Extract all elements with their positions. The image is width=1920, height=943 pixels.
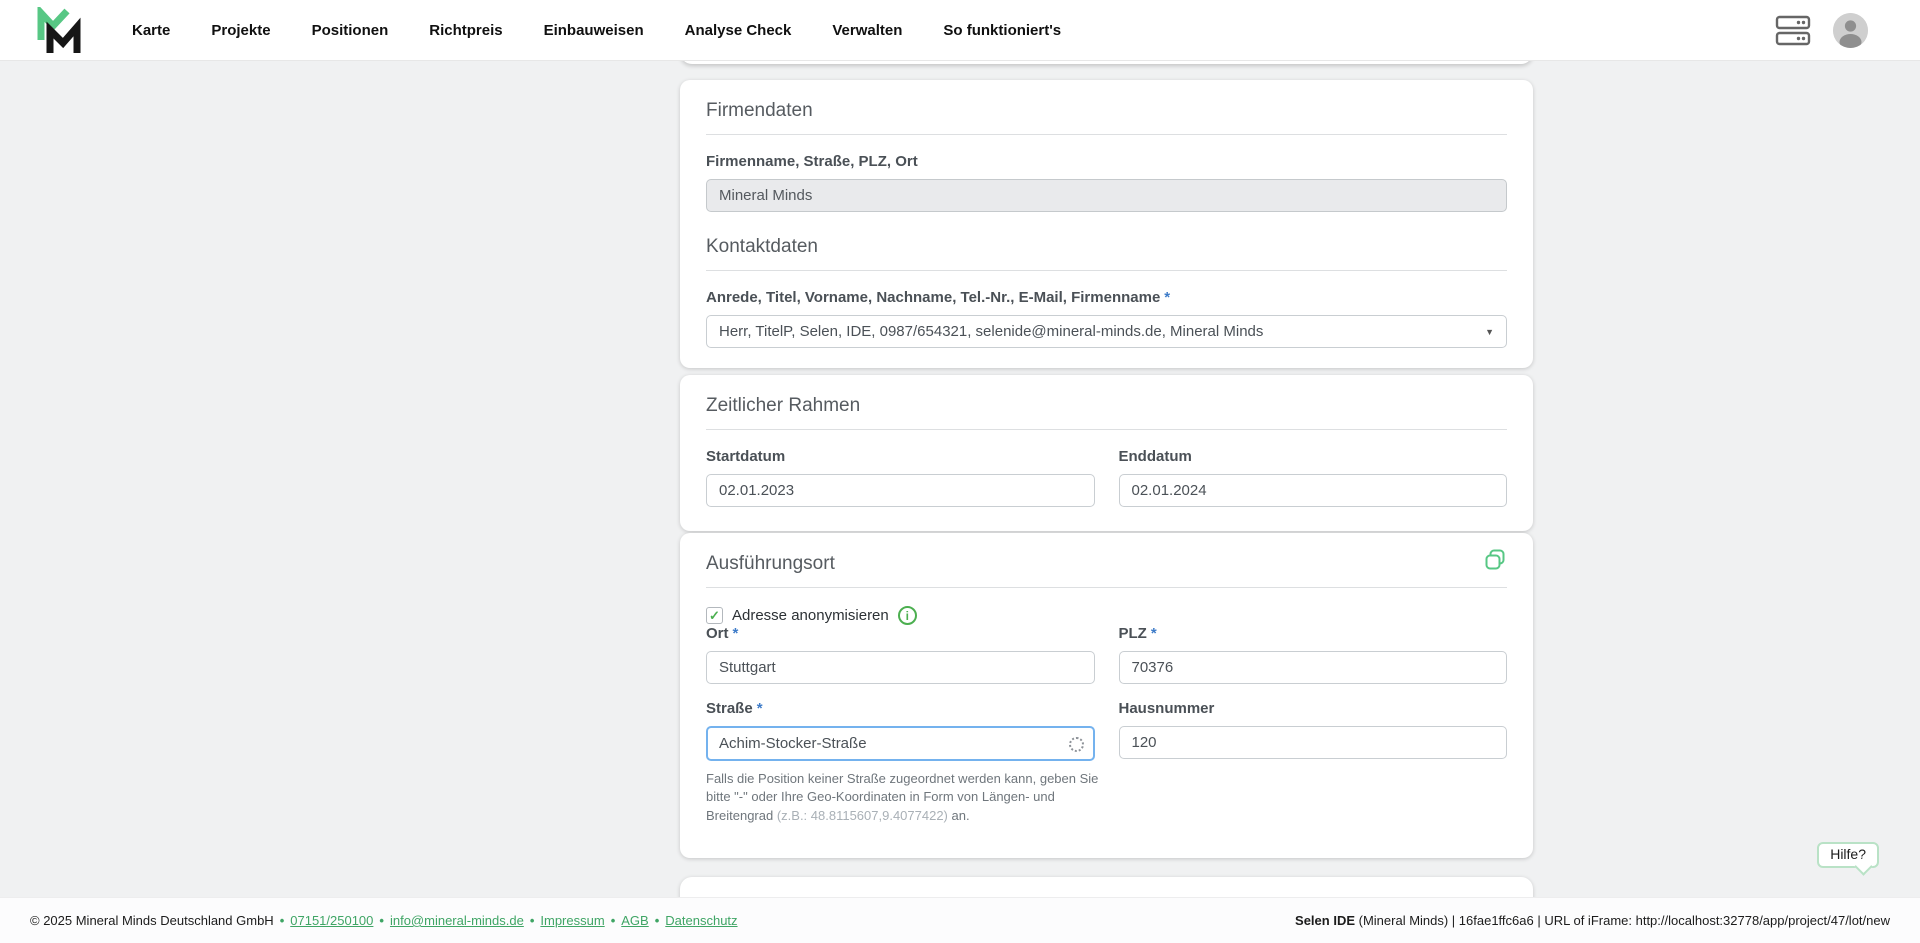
zeit-title: Zeitlicher Rahmen xyxy=(706,395,861,416)
startdatum-label: Startdatum xyxy=(706,448,786,465)
checkbox-check-icon: ✓ xyxy=(709,608,720,623)
help-button[interactable]: Hilfe? xyxy=(1817,842,1879,868)
contact-select-value: Herr, TitelP, Selen, IDE, 0987/654321, s… xyxy=(719,323,1264,340)
card-zeitlicher-rahmen: Zeitlicher Rahmen Startdatum Enddatum xyxy=(680,375,1533,531)
anonymize-row: ✓ Adresse anonymisieren i xyxy=(706,606,1507,625)
footer-app-name: Selen IDE xyxy=(1295,913,1355,928)
ort-label: Ort * xyxy=(706,625,1095,643)
footer: © 2025 Mineral Minds Deutschland GmbH • … xyxy=(0,897,1920,943)
nav-item-so-funktionierts[interactable]: So funktioniert's xyxy=(943,22,1061,39)
footer-separator: • xyxy=(610,913,616,928)
footer-link-email[interactable]: info@mineral-minds.de xyxy=(390,913,524,928)
strasse-label-text: Straße xyxy=(706,700,753,717)
plz-label-text: PLZ xyxy=(1118,625,1147,642)
contact-select[interactable]: Herr, TitelP, Selen, IDE, 0987/654321, s… xyxy=(706,315,1507,348)
ort-label-text: Ort xyxy=(706,625,729,642)
anonymize-checkbox[interactable]: ✓ xyxy=(706,607,723,624)
nav-item-verwalten[interactable]: Verwalten xyxy=(832,22,902,39)
divider xyxy=(706,270,1507,271)
footer-app-info: Selen IDE (Mineral Minds) | 16fae1ffc6a6… xyxy=(1295,913,1890,928)
strasse-help-end: an. xyxy=(947,807,970,823)
nav-item-positionen[interactable]: Positionen xyxy=(312,22,389,39)
server-icon[interactable] xyxy=(1775,15,1811,46)
company-field-label: Firmenname, Straße, PLZ, Ort xyxy=(706,153,918,170)
required-marker: * xyxy=(732,625,739,642)
enddatum-input[interactable] xyxy=(1118,474,1507,507)
company-input xyxy=(706,179,1507,212)
nav-item-analyse-check[interactable]: Analyse Check xyxy=(685,22,792,39)
footer-left: © 2025 Mineral Minds Deutschland GmbH • … xyxy=(30,913,738,928)
copy-icon[interactable] xyxy=(1483,548,1507,572)
required-marker: * xyxy=(1150,625,1157,642)
footer-separator: • xyxy=(654,913,660,928)
ort-input[interactable] xyxy=(706,651,1095,684)
strasse-input[interactable] xyxy=(706,726,1095,761)
divider xyxy=(706,587,1507,588)
startdatum-input[interactable] xyxy=(706,474,1095,507)
hausnummer-label: Hausnummer xyxy=(1118,700,1215,717)
footer-separator: • xyxy=(279,913,285,928)
footer-separator: • xyxy=(529,913,535,928)
strasse-help-example: (z.B.: 48.8115607,9.4077422) xyxy=(776,807,948,823)
user-avatar[interactable] xyxy=(1833,13,1868,48)
contact-field-label: Anrede, Titel, Vorname, Nachname, Tel.-N… xyxy=(706,289,1507,307)
card-ausfuehrungsort: Ausführungsort ✓ Adresse anonymisieren i… xyxy=(680,533,1533,859)
ort-title: Ausführungsort xyxy=(706,553,835,574)
loading-spinner-icon xyxy=(1068,736,1084,752)
footer-link-phone[interactable]: 07151/250100 xyxy=(290,913,373,928)
footer-copyright: © 2025 Mineral Minds Deutschland GmbH xyxy=(30,913,274,928)
kontaktdaten-title: Kontaktdaten xyxy=(706,236,818,257)
nav-item-karte[interactable]: Karte xyxy=(132,22,170,39)
divider xyxy=(706,134,1507,135)
strasse-help-text: Falls die Position keiner Straße zugeord… xyxy=(706,770,1100,825)
contact-field-label-text: Anrede, Titel, Vorname, Nachname, Tel.-N… xyxy=(706,289,1161,306)
info-icon[interactable]: i xyxy=(897,606,917,625)
nav-item-projekte[interactable]: Projekte xyxy=(211,22,270,39)
hausnummer-input[interactable] xyxy=(1118,726,1507,759)
firmendaten-title: Firmendaten xyxy=(706,100,813,121)
plz-input[interactable] xyxy=(1118,651,1507,684)
enddatum-label: Enddatum xyxy=(1118,448,1192,465)
caret-down-icon: ▼ xyxy=(1485,326,1494,337)
footer-link-impressum[interactable]: Impressum xyxy=(540,913,604,928)
card-firmendaten: Firmendaten Firmenname, Straße, PLZ, Ort… xyxy=(680,80,1533,368)
nav-item-richtpreis[interactable]: Richtpreis xyxy=(429,22,502,39)
anonymize-label: Adresse anonymisieren xyxy=(732,607,889,624)
footer-separator: • xyxy=(379,913,384,928)
footer-link-agb[interactable]: AGB xyxy=(621,913,648,928)
top-navbar: Karte Projekte Positionen Richtpreis Ein… xyxy=(0,0,1920,61)
required-marker: * xyxy=(1164,289,1171,306)
strasse-input-wrap xyxy=(706,726,1095,761)
footer-app-details: (Mineral Minds) | 16fae1ffc6a6 | URL of … xyxy=(1358,913,1890,928)
nav-item-einbauweisen[interactable]: Einbauweisen xyxy=(544,22,644,39)
plz-label: PLZ * xyxy=(1119,625,1508,643)
required-marker: * xyxy=(756,700,763,717)
footer-link-datenschutz[interactable]: Datenschutz xyxy=(665,913,737,928)
strasse-label: Straße * xyxy=(706,700,1095,718)
brand-logo-icon[interactable] xyxy=(36,7,82,53)
main-nav: Karte Projekte Positionen Richtpreis Ein… xyxy=(132,22,1061,39)
